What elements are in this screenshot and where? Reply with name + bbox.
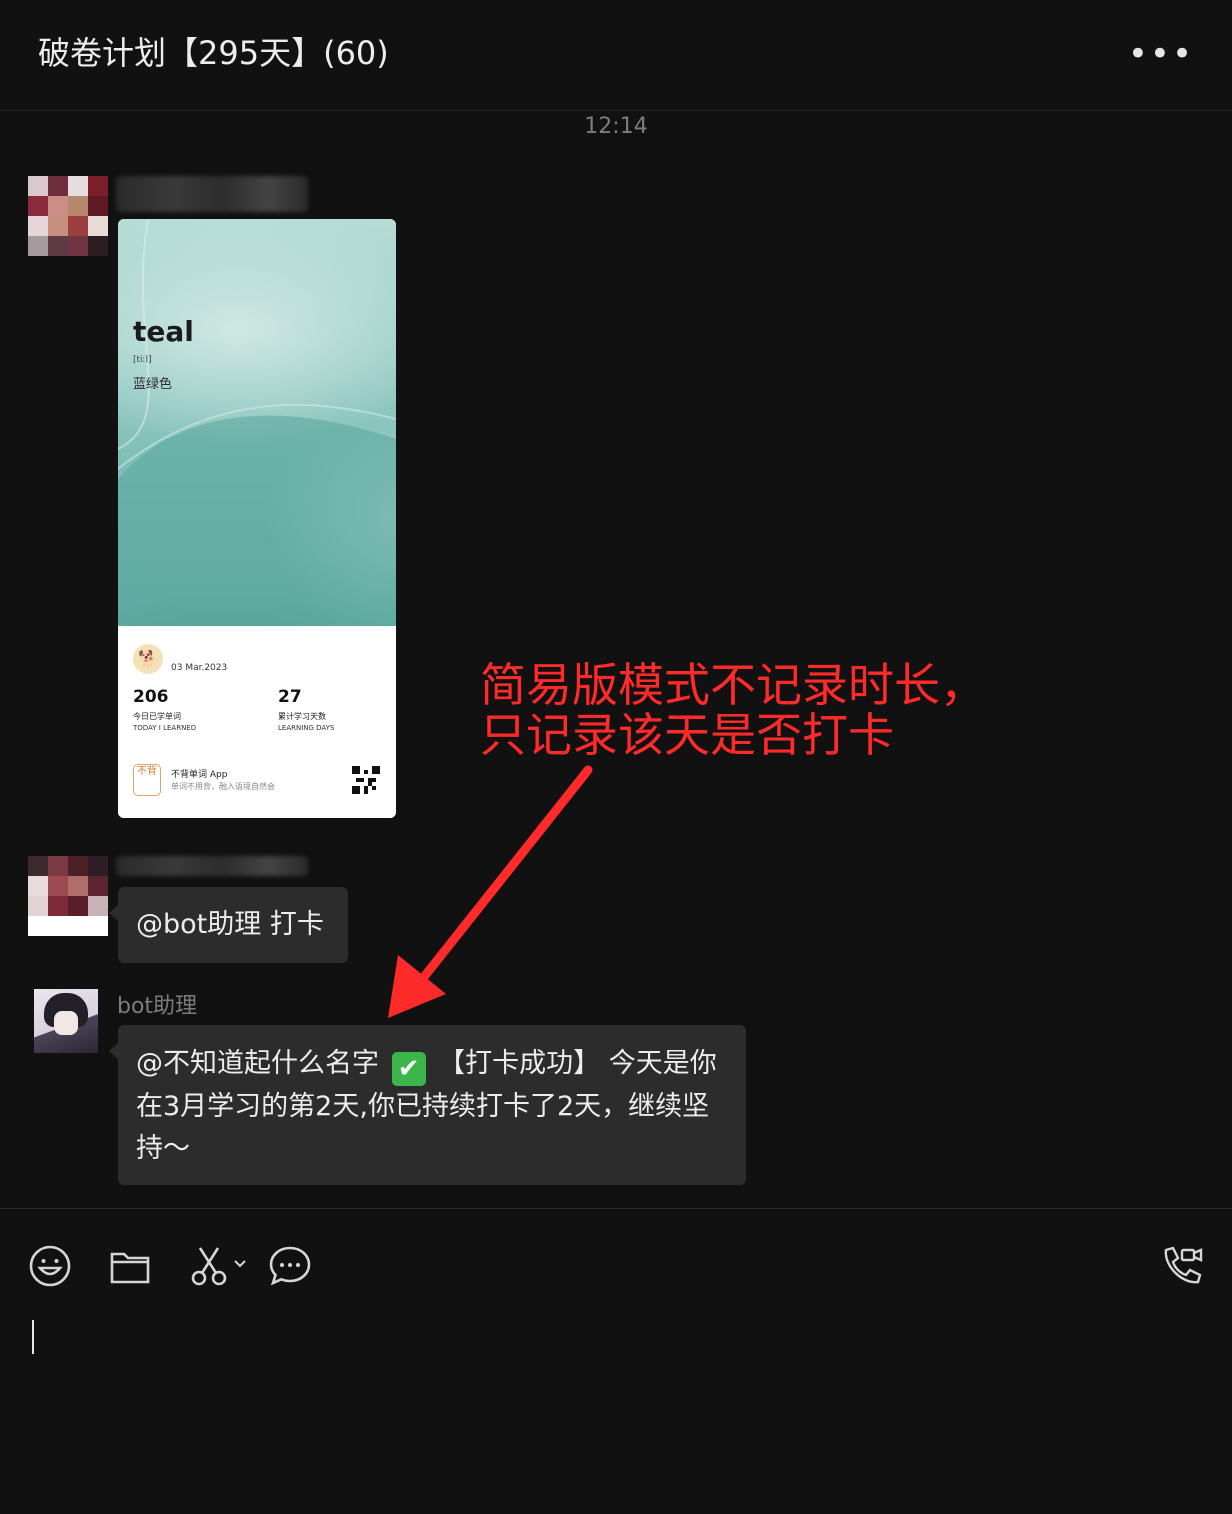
sender-name-blurred xyxy=(116,856,308,876)
card-cover: teal [tiːl] 蓝绿色 xyxy=(118,219,396,626)
bot-avatar[interactable] xyxy=(34,989,98,1053)
message-text: @bot助理 打卡 xyxy=(136,909,324,940)
bot-reply-text: @不知道起什么名字 ✔ 【打卡成功】 今天是你在3月学习的第2天,你已持续打卡了… xyxy=(136,1043,732,1170)
chat-title[interactable]: 破卷计划【295天】(60) xyxy=(38,28,389,74)
emoji-icon[interactable] xyxy=(28,1244,72,1288)
bot-reply-bubble[interactable]: @不知道起什么名字 ✔ 【打卡成功】 今天是你在3月学习的第2天,你已持续打卡了… xyxy=(109,1025,746,1185)
mention-text: @不知道起什么名字 xyxy=(136,1048,379,1079)
card-stats-panel: 🐕 03 Mar.2023 206 今日已学单词 TODAY I LEARNED… xyxy=(118,626,396,818)
stat-days-label-en: LEARNING DAYS xyxy=(278,724,335,732)
card-word: teal xyxy=(133,315,194,348)
check-mark-icon: ✔ xyxy=(391,1052,426,1086)
card-phonetic: [tiːl] xyxy=(133,355,152,365)
card-meaning: 蓝绿色 xyxy=(133,377,173,392)
sender-name-blurred xyxy=(116,176,308,212)
more-icon[interactable]: ••• xyxy=(1128,34,1194,74)
avatar[interactable] xyxy=(28,176,108,256)
app-logo-icon: 不背 xyxy=(133,764,161,796)
app-slogan: 单词不用背，融入语境自然会 xyxy=(171,782,275,791)
wave-decoration xyxy=(118,219,396,626)
scissors-icon[interactable] xyxy=(188,1244,252,1288)
stat-days-value: 27 xyxy=(278,687,302,707)
folder-icon[interactable] xyxy=(108,1244,152,1288)
dog-logo-icon: 🐕 xyxy=(133,644,163,674)
stat-today-value: 206 xyxy=(133,687,169,707)
stat-days-label: 累计学习天数 xyxy=(278,712,326,721)
stat-today-label: 今日已学单词 xyxy=(133,712,181,721)
bot-sender-name: bot助理 xyxy=(117,994,198,1019)
avatar[interactable] xyxy=(28,856,108,936)
app-name: 不背单词 App xyxy=(171,770,228,780)
input-divider xyxy=(0,1208,1232,1209)
message-timestamp: 12:14 xyxy=(584,114,648,139)
stat-today-label-en: TODAY I LEARNED xyxy=(133,724,197,732)
chat-bubble-icon[interactable] xyxy=(268,1244,312,1288)
video-call-icon[interactable] xyxy=(1160,1244,1204,1288)
text-input-cursor[interactable] xyxy=(32,1320,34,1354)
message-bubble[interactable]: @bot助理 打卡 xyxy=(109,887,348,963)
annotation-text: 简易版模式不记录时长， 只记录该天是否打卡 xyxy=(480,658,986,762)
card-date: 03 Mar.2023 xyxy=(171,663,228,673)
image-message-card[interactable]: teal [tiːl] 蓝绿色 🐕 03 Mar.2023 206 今日已学单词… xyxy=(118,219,396,818)
qr-code-icon xyxy=(352,766,380,794)
chat-header: 破卷计划【295天】(60) ••• xyxy=(0,0,1232,111)
